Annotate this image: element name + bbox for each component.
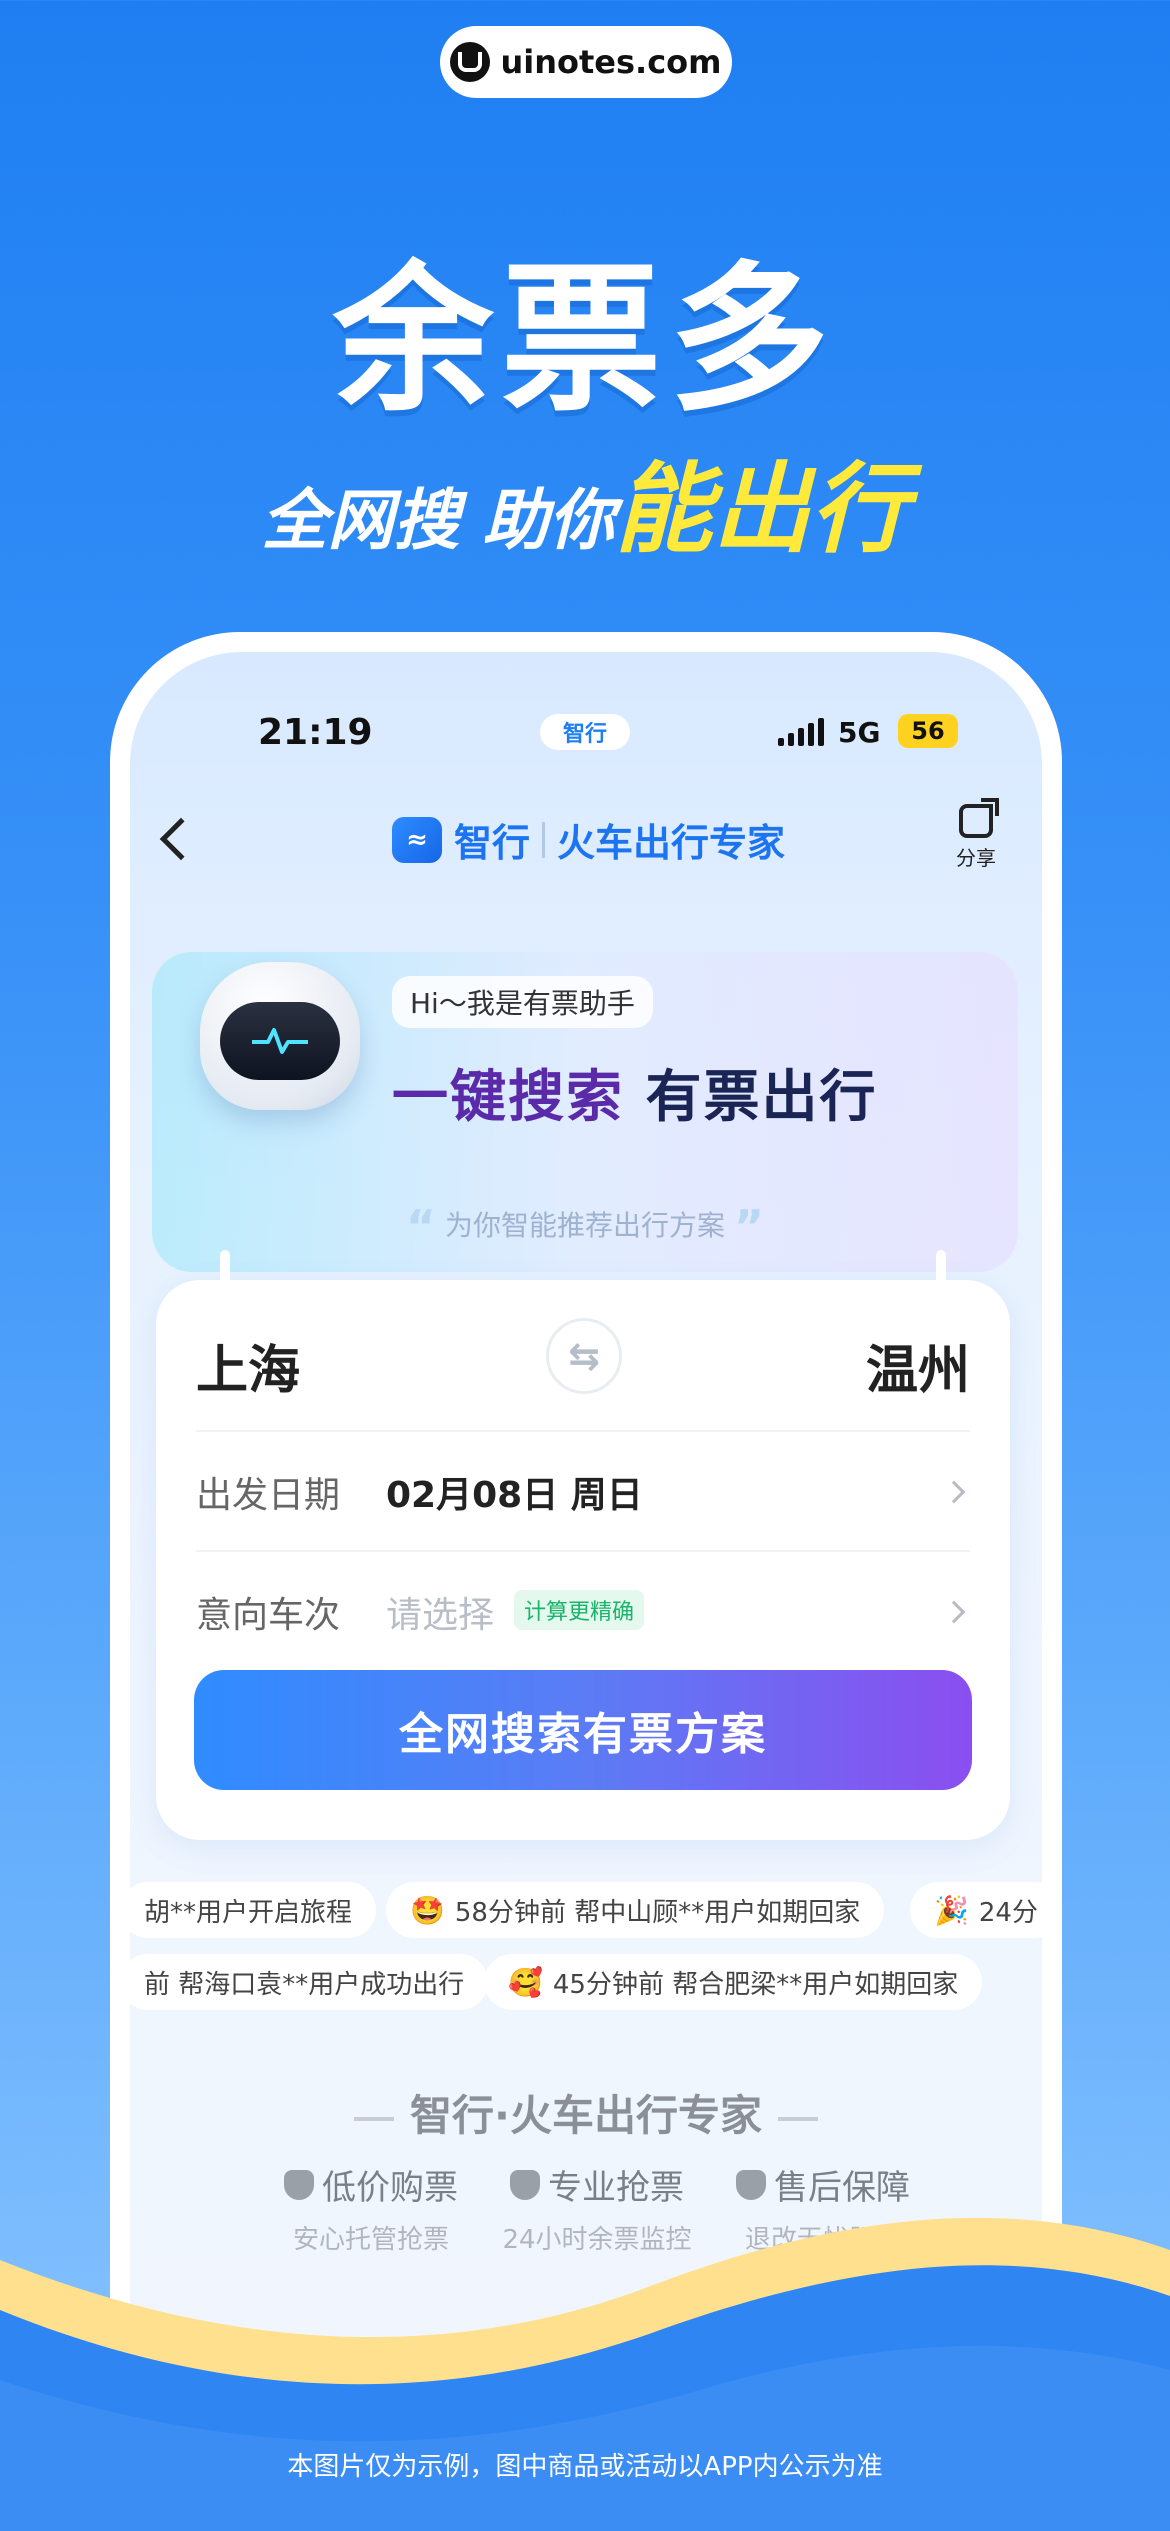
open-quote-icon: “ bbox=[405, 1200, 437, 1254]
chevron-right-icon bbox=[942, 1600, 966, 1624]
share-button[interactable]: 分享 bbox=[946, 798, 1006, 871]
ticker-chip: 🎉 24分 bbox=[910, 1882, 1042, 1938]
to-city[interactable]: 温州 bbox=[866, 1328, 970, 1403]
ticker-text: 58分钟前 帮中山顾**用户如期回家 bbox=[454, 1897, 861, 1928]
assistant-title: 一键搜索 有票出行 bbox=[392, 1052, 878, 1133]
ticker-chip: 🤩 58分钟前 帮中山顾**用户如期回家 bbox=[386, 1882, 885, 1938]
search-card: 上海 ⇆ 温州 出发日期 02月08日 周日 意向车次 请选择 计算更精确 全网… bbox=[156, 1250, 1010, 1840]
ticker-chip: 胡**用户开启旅程 bbox=[130, 1882, 377, 1938]
divider bbox=[196, 1430, 970, 1432]
search-button[interactable]: 全网搜索有票方案 bbox=[194, 1670, 972, 1790]
ticker-text: 胡**用户开启旅程 bbox=[144, 1897, 353, 1928]
ticker-row-2: 前 帮海口袁**用户成功出行 🥰 45分钟前 帮合肥梁**用户如期回家 bbox=[130, 1954, 1042, 2010]
subtitle-prefix: 全网搜 助你 bbox=[261, 482, 615, 559]
emoji-icon: 🥰 bbox=[508, 1965, 543, 1999]
share-label: 分享 bbox=[956, 846, 996, 870]
card-pin-right bbox=[936, 1250, 946, 1290]
ticker-row-1: 胡**用户开启旅程 🤩 58分钟前 帮中山顾**用户如期回家 🎉 24分 bbox=[130, 1882, 1042, 1938]
divider bbox=[196, 1550, 970, 1552]
disclaimer: 本图片仅为示例，图中商品或活动以APP内公示为准 bbox=[287, 2452, 883, 2482]
assistant-title-part1: 一键搜索 bbox=[392, 1065, 624, 1130]
ticker-text: 45分钟前 帮合肥梁**用户如期回家 bbox=[552, 1969, 959, 2000]
assistant-greeting: Hi～我是有票助手 bbox=[392, 976, 653, 1028]
assistant-subtitle: “ 为你智能推荐出行方案 ” bbox=[152, 1200, 1018, 1254]
app-badge: 智行 bbox=[540, 714, 630, 750]
ticker-chip: 前 帮海口袁**用户成功出行 bbox=[130, 1954, 489, 2010]
network-type: 5G bbox=[838, 716, 881, 749]
brand: ≈ 智行 火车出行专家 bbox=[392, 812, 785, 867]
ticker-text: 前 帮海口袁**用户成功出行 bbox=[144, 1969, 465, 2000]
emoji-icon: 🤩 bbox=[410, 1893, 445, 1927]
headline-title: 余票多 bbox=[332, 246, 837, 433]
shield-icon bbox=[510, 2169, 540, 2200]
date-label: 出发日期 bbox=[196, 1475, 341, 1516]
headline-subtitle: 全网搜 助你能出行 bbox=[0, 430, 1170, 572]
subtitle-highlight: 能出行 bbox=[614, 453, 909, 567]
ticker-text: 24分 bbox=[978, 1897, 1038, 1928]
brand-name: 智行 bbox=[454, 821, 531, 865]
navbar: ≈ 智行 火车出行专家 分享 bbox=[130, 798, 1042, 882]
brand-slogan: 火车出行专家 bbox=[557, 821, 786, 865]
shield-icon bbox=[736, 2169, 766, 2200]
train-placeholder: 请选择 bbox=[386, 1595, 495, 1636]
train-logo-icon: ≈ bbox=[392, 816, 442, 863]
back-icon[interactable] bbox=[159, 817, 203, 861]
robot-icon bbox=[200, 962, 360, 1110]
assistant-subtitle-text: 为你智能推荐出行方案 bbox=[444, 1209, 725, 1242]
status-time: 21:19 bbox=[258, 712, 373, 753]
watermark: uinotes.com bbox=[440, 26, 732, 98]
assistant-banner: Hi～我是有票助手 一键搜索 有票出行 “ 为你智能推荐出行方案 ” bbox=[152, 952, 1018, 1272]
chevron-right-icon bbox=[942, 1480, 966, 1504]
precise-tag: 计算更精确 bbox=[514, 1590, 645, 1630]
battery-icon: 56 bbox=[898, 714, 958, 748]
assistant-title-part2: 有票出行 bbox=[624, 1065, 878, 1130]
signal-icon bbox=[778, 718, 824, 746]
footer-title: 智行·火车出行专家 bbox=[130, 2082, 1042, 2143]
emoji-icon: 🎉 bbox=[934, 1893, 969, 1927]
shield-icon bbox=[284, 2169, 314, 2200]
date-value: 02月08日 周日 bbox=[386, 1475, 643, 1516]
share-icon bbox=[959, 798, 999, 838]
train-label: 意向车次 bbox=[196, 1595, 341, 1636]
watermark-text: uinotes.com bbox=[500, 43, 722, 81]
ticker-chip: 🥰 45分钟前 帮合肥梁**用户如期回家 bbox=[484, 1954, 983, 2010]
brand-divider bbox=[542, 821, 546, 858]
card-pin-left bbox=[220, 1250, 230, 1290]
uinotes-logo-icon bbox=[450, 42, 491, 82]
from-city[interactable]: 上海 bbox=[196, 1328, 300, 1403]
close-quote-icon: ” bbox=[733, 1200, 765, 1254]
status-bar: 21:19 智行 5G 56 bbox=[130, 712, 1042, 762]
swap-cities-icon[interactable]: ⇆ bbox=[546, 1318, 622, 1394]
